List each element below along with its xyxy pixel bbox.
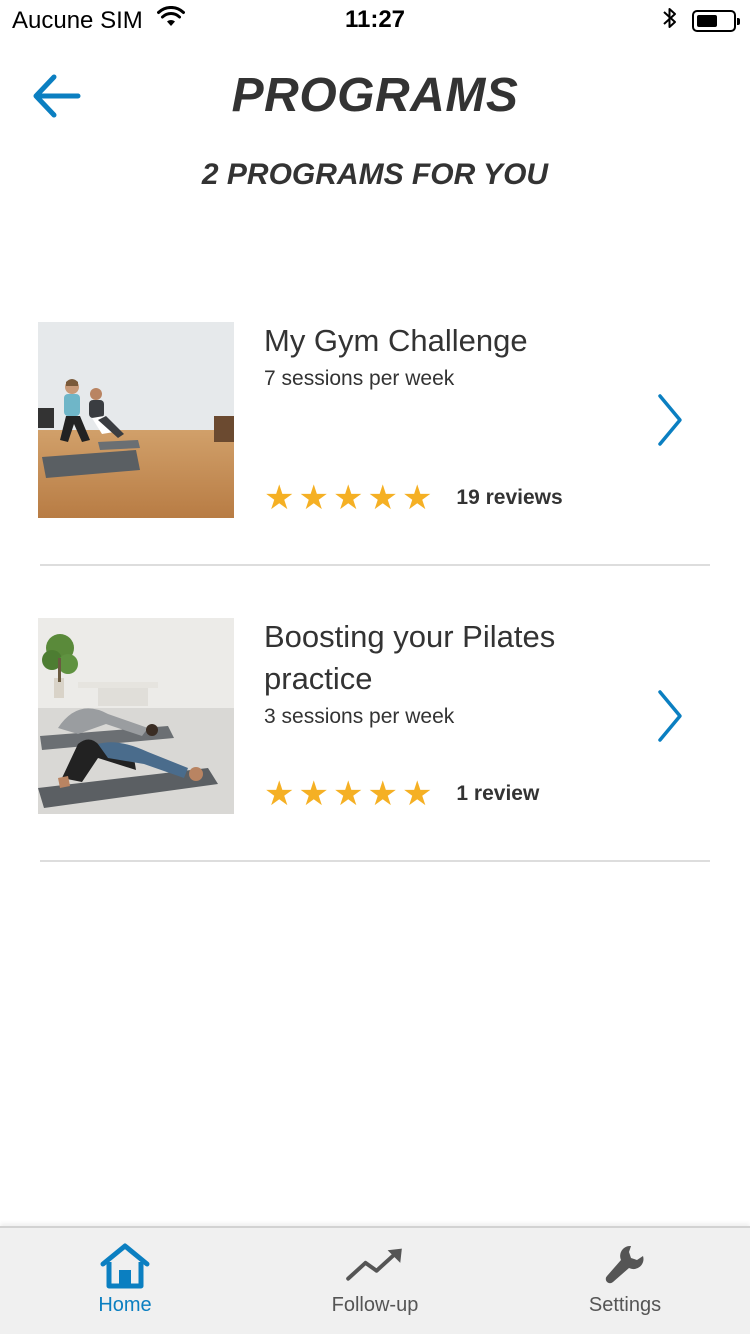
program-sessions: 7 sessions per week (264, 367, 455, 390)
trend-up-icon (345, 1240, 405, 1292)
star-icon: ★ (298, 775, 329, 813)
review-count: 19 reviews (456, 486, 563, 509)
chevron-right-icon[interactable] (650, 688, 690, 744)
bluetooth-icon (662, 6, 678, 35)
program-rating: ★ ★ ★ ★ ★ 19 reviews (264, 478, 563, 518)
tab-settings[interactable]: Settings (500, 1228, 750, 1334)
program-rating: ★ ★ ★ ★ ★ 1 review (264, 774, 539, 814)
page-title: PROGRAMS (231, 69, 519, 122)
status-bar: Aucune SIM 11:27 (0, 0, 750, 40)
star-icon: ★ (401, 479, 433, 517)
program-card-gym-challenge[interactable]: My Gym Challenge 7 sessions per week ★ ★… (0, 270, 750, 566)
star-icon: ★ (401, 775, 433, 813)
star-rating: ★ ★ ★ ★ ★ (264, 777, 432, 811)
couple-pilates-photo (38, 618, 234, 814)
program-sessions: 3 sessions per week (264, 705, 455, 728)
tab-bar: Home Follow-up Settings (0, 1226, 750, 1334)
divider (40, 860, 710, 862)
star-icon: ★ (332, 775, 364, 813)
review-count: 1 review (456, 782, 540, 805)
program-thumbnail (38, 618, 234, 814)
star-icon: ★ (367, 775, 398, 813)
star-icon: ★ (332, 479, 364, 517)
program-list: My Gym Challenge 7 sessions per week ★ ★… (0, 270, 750, 862)
program-info: Boosting your Pilates practice 3 session… (264, 618, 644, 814)
star-rating: ★ ★ ★ ★ ★ (264, 481, 432, 515)
star-icon: ★ (367, 479, 398, 517)
program-card-pilates[interactable]: Boosting your Pilates practice 3 session… (0, 566, 750, 862)
battery-level (697, 14, 717, 27)
tab-label: Follow-up (331, 1294, 419, 1316)
wrench-icon (595, 1240, 655, 1292)
page-subtitle: 2 PROGRAMS FOR YOU (201, 158, 549, 191)
tab-label: Home (98, 1294, 152, 1316)
status-right-group (662, 6, 740, 35)
tab-follow-up[interactable]: Follow-up (250, 1228, 500, 1334)
star-icon: ★ (298, 479, 329, 517)
program-info: My Gym Challenge 7 sessions per week ★ ★… (264, 322, 644, 518)
battery-icon (692, 9, 740, 32)
chevron-right-icon[interactable] (650, 392, 690, 448)
home-icon (95, 1240, 155, 1292)
program-title: My Gym Challenge (264, 323, 528, 358)
couple-crunches-photo (38, 322, 234, 518)
star-icon: ★ (264, 775, 295, 813)
programs-screen: Aucune SIM 11:27 PROGRAMS 2 PROGRAMS FOR… (0, 0, 750, 1334)
program-title: Boosting your Pilates practice (264, 619, 556, 696)
program-thumbnail (38, 322, 234, 518)
status-time: 11:27 (344, 6, 406, 33)
star-icon: ★ (264, 479, 295, 517)
tab-home[interactable]: Home (0, 1228, 250, 1334)
tab-label: Settings (588, 1294, 662, 1316)
